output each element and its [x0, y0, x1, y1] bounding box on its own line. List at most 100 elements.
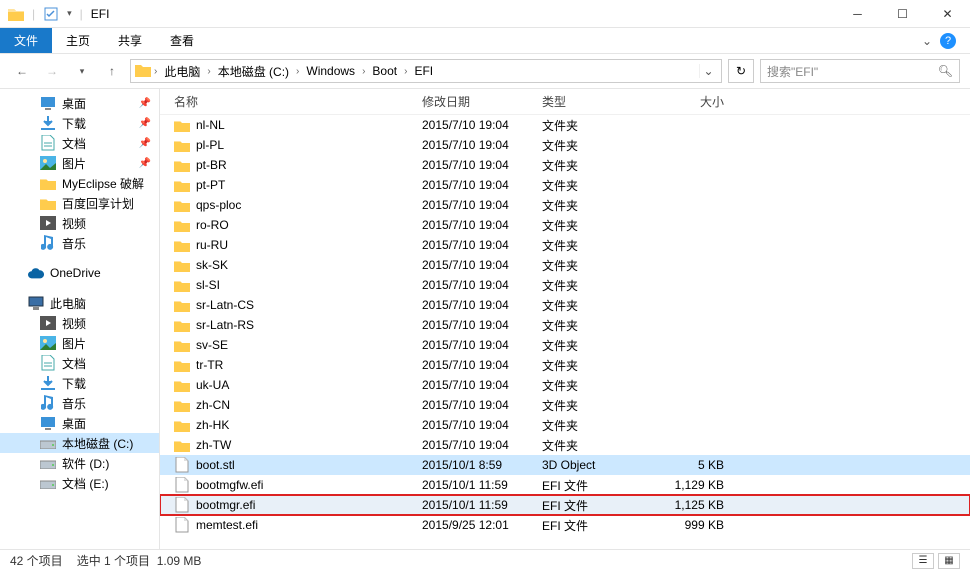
crumb[interactable]: 此电脑	[160, 63, 204, 80]
sidebar-item[interactable]: 图片	[0, 333, 159, 353]
history-dropdown[interactable]: ▾	[70, 59, 94, 83]
crumb[interactable]: EFI	[410, 64, 437, 78]
col-name[interactable]: 名称	[174, 93, 422, 110]
file-row[interactable]: sl-SI 2015/7/10 19:04 文件夹	[160, 275, 970, 295]
sidebar-item[interactable]: 下载	[0, 373, 159, 393]
address-dropdown-icon[interactable]: ⌄	[699, 64, 717, 78]
file-row[interactable]: sv-SE 2015/7/10 19:04 文件夹	[160, 335, 970, 355]
col-size[interactable]: 大小	[648, 93, 738, 110]
sidebar-item[interactable]: 百度回享计划	[0, 193, 159, 213]
tab-home[interactable]: 主页	[52, 28, 104, 53]
file-name: ru-RU	[196, 238, 228, 252]
forward-button[interactable]: →	[40, 59, 64, 83]
crumb[interactable]: 本地磁盘 (C:)	[214, 63, 293, 80]
sidebar-item[interactable]: 音乐	[0, 233, 159, 253]
tab-file[interactable]: 文件	[0, 28, 52, 53]
file-row[interactable]: pl-PL 2015/7/10 19:04 文件夹	[160, 135, 970, 155]
file-row[interactable]: pt-BR 2015/7/10 19:04 文件夹	[160, 155, 970, 175]
quick-access-prop-icon[interactable]	[43, 6, 59, 22]
qat-dropdown-icon[interactable]: ▾	[67, 8, 72, 19]
file-row[interactable]: zh-TW 2015/7/10 19:04 文件夹	[160, 435, 970, 455]
folder-icon	[174, 257, 190, 273]
folder-icon	[174, 117, 190, 133]
desktop-icon	[40, 415, 56, 431]
refresh-button[interactable]: ↻	[728, 59, 754, 83]
ribbon-expand-icon[interactable]: ⌄	[922, 34, 932, 48]
file-size: 999 KB	[648, 518, 738, 532]
file-row[interactable]: bootmgfw.efi 2015/10/1 11:59 EFI 文件 1,12…	[160, 475, 970, 495]
file-row[interactable]: qps-ploc 2015/7/10 19:04 文件夹	[160, 195, 970, 215]
file-date: 2015/7/10 19:04	[422, 338, 542, 352]
chevron-right-icon[interactable]: ›	[295, 66, 300, 77]
sidebar-item-label: 下载	[62, 375, 86, 392]
sidebar-item[interactable]: 桌面📌	[0, 93, 159, 113]
sidebar-item[interactable]: 文档	[0, 353, 159, 373]
sidebar-item[interactable]: 文档 (E:)	[0, 473, 159, 493]
main: 桌面📌下载📌文档📌图片📌MyEclipse 破解百度回享计划视频音乐OneDri…	[0, 89, 970, 549]
file-row[interactable]: uk-UA 2015/7/10 19:04 文件夹	[160, 375, 970, 395]
file-name: pt-BR	[196, 158, 227, 172]
sidebar-item[interactable]: 视频	[0, 313, 159, 333]
minimize-button[interactable]: ─	[835, 0, 880, 28]
sidebar-item[interactable]: 音乐	[0, 393, 159, 413]
sidebar-onedrive[interactable]: OneDrive	[0, 263, 159, 283]
pin-icon: 📌	[139, 158, 151, 169]
chevron-right-icon[interactable]: ›	[206, 66, 211, 77]
folder-icon	[135, 63, 151, 79]
maximize-button[interactable]: ☐	[880, 0, 925, 28]
search-input[interactable]: 搜索"EFI" 🔍︎	[760, 59, 960, 83]
video-icon	[40, 215, 56, 231]
crumb[interactable]: Boot	[368, 64, 401, 78]
file-type: 文件夹	[542, 157, 648, 174]
close-button[interactable]: ✕	[925, 0, 970, 28]
status-bar: 42 个项目 选中 1 个项目 1.09 MB ☰ ▦	[0, 549, 970, 571]
file-row[interactable]: sr-Latn-RS 2015/7/10 19:04 文件夹	[160, 315, 970, 335]
back-button[interactable]: ←	[10, 59, 34, 83]
tab-view[interactable]: 查看	[156, 28, 208, 53]
sidebar-item[interactable]: 本地磁盘 (C:)	[0, 433, 159, 453]
file-row[interactable]: sk-SK 2015/7/10 19:04 文件夹	[160, 255, 970, 275]
file-type: 文件夹	[542, 257, 648, 274]
file-row[interactable]: zh-CN 2015/7/10 19:04 文件夹	[160, 395, 970, 415]
sidebar-item[interactable]: 桌面	[0, 413, 159, 433]
tab-share[interactable]: 共享	[104, 28, 156, 53]
icons-view-button[interactable]: ▦	[938, 553, 960, 569]
file-name: zh-TW	[196, 438, 231, 452]
sidebar-item[interactable]: 视频	[0, 213, 159, 233]
file-row[interactable]: pt-PT 2015/7/10 19:04 文件夹	[160, 175, 970, 195]
details-view-button[interactable]: ☰	[912, 553, 934, 569]
file-type: 文件夹	[542, 177, 648, 194]
up-button[interactable]: ↑	[100, 59, 124, 83]
file-row[interactable]: sr-Latn-CS 2015/7/10 19:04 文件夹	[160, 295, 970, 315]
address-bar[interactable]: › 此电脑 › 本地磁盘 (C:) › Windows › Boot › EFI…	[130, 59, 722, 83]
file-row[interactable]: ru-RU 2015/7/10 19:04 文件夹	[160, 235, 970, 255]
file-type: 文件夹	[542, 117, 648, 134]
chevron-right-icon[interactable]: ›	[403, 66, 408, 77]
chevron-right-icon[interactable]: ›	[153, 66, 158, 77]
file-name: memtest.efi	[196, 518, 258, 532]
folder-icon	[174, 197, 190, 213]
col-date[interactable]: 修改日期	[422, 93, 542, 110]
sidebar-thispc[interactable]: 此电脑	[0, 293, 159, 313]
sidebar-item[interactable]: 软件 (D:)	[0, 453, 159, 473]
music-icon	[40, 235, 56, 251]
sidebar-item[interactable]: 文档📌	[0, 133, 159, 153]
sidebar-item[interactable]: 图片📌	[0, 153, 159, 173]
file-row[interactable]: boot.stl 2015/10/1 8:59 3D Object 5 KB	[160, 455, 970, 475]
file-row[interactable]: ro-RO 2015/7/10 19:04 文件夹	[160, 215, 970, 235]
file-row[interactable]: zh-HK 2015/7/10 19:04 文件夹	[160, 415, 970, 435]
chevron-right-icon[interactable]: ›	[361, 66, 366, 77]
file-row[interactable]: nl-NL 2015/7/10 19:04 文件夹	[160, 115, 970, 135]
file-type: 文件夹	[542, 337, 648, 354]
sidebar-item[interactable]: 下载📌	[0, 113, 159, 133]
crumb[interactable]: Windows	[302, 64, 359, 78]
col-type[interactable]: 类型	[542, 93, 648, 110]
file-row[interactable]: memtest.efi 2015/9/25 12:01 EFI 文件 999 K…	[160, 515, 970, 535]
sidebar-item[interactable]: MyEclipse 破解	[0, 173, 159, 193]
file-row[interactable]: tr-TR 2015/7/10 19:04 文件夹	[160, 355, 970, 375]
search-icon[interactable]: 🔍︎	[938, 64, 953, 78]
file-row[interactable]: bootmgr.efi 2015/10/1 11:59 EFI 文件 1,125…	[160, 495, 970, 515]
help-icon[interactable]: ?	[940, 33, 956, 49]
file-date: 2015/7/10 19:04	[422, 418, 542, 432]
file-type: 3D Object	[542, 458, 648, 472]
